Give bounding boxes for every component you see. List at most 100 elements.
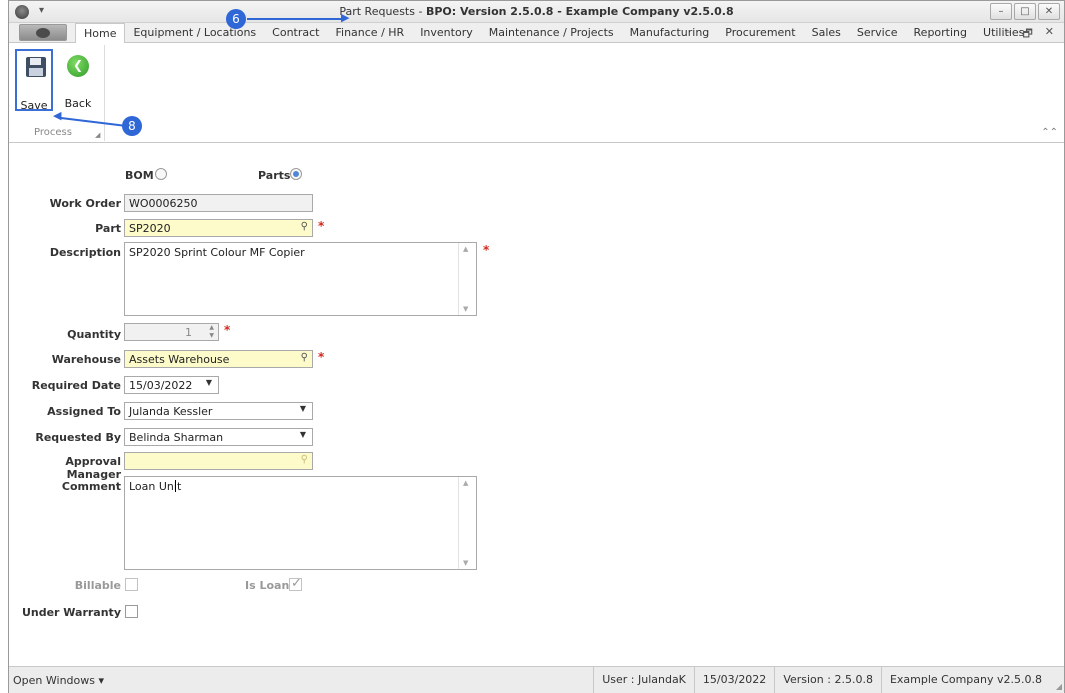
- tab-sales[interactable]: Sales: [804, 23, 849, 43]
- under-warranty-label: Under Warranty: [21, 606, 121, 619]
- comment-scrollbar[interactable]: ▲ ▼: [458, 477, 476, 569]
- description-label: Description: [49, 246, 121, 259]
- description-field[interactable]: SP2020 Sprint Colour MF Copier ▲ ▼: [124, 242, 477, 316]
- tab-manufacturing[interactable]: Manufacturing: [622, 23, 718, 43]
- open-windows-menu[interactable]: Open Windows ▾: [13, 674, 104, 687]
- chevron-down-icon[interactable]: ▼: [206, 378, 212, 387]
- company-logo-icon: [36, 28, 50, 38]
- under-warranty-checkbox[interactable]: [125, 605, 138, 618]
- required-date-value: 15/03/2022: [129, 379, 193, 392]
- quantity-stepper[interactable]: 1 ▲ ▼: [124, 323, 219, 341]
- ribbon-tab-bar: Home Equipment / Locations Contract Fina…: [9, 23, 1064, 44]
- parts-radio[interactable]: [290, 168, 302, 180]
- scroll-down-icon[interactable]: ▼: [463, 559, 468, 567]
- close-button[interactable]: ✕: [1038, 3, 1060, 20]
- title-bar: ▾ Part Requests - BPO: Version 2.5.0.8 -…: [9, 1, 1064, 23]
- requested-by-value: Belinda Sharman: [129, 431, 224, 444]
- status-version: Version : 2.5.0.8: [774, 667, 881, 693]
- ribbon-tabs: Home Equipment / Locations Contract Fina…: [75, 23, 1032, 44]
- tab-maintenance-projects[interactable]: Maintenance / Projects: [481, 23, 622, 43]
- is-loan-label: Is Loan: [245, 579, 290, 592]
- ribbon: Save Back Process ◢ ⌃⌃: [9, 43, 1064, 143]
- requested-by-dropdown[interactable]: Belinda Sharman ▼: [124, 428, 313, 446]
- tab-service[interactable]: Service: [849, 23, 906, 43]
- mdi-minimize-button[interactable]: –: [1005, 25, 1011, 44]
- search-icon[interactable]: ⚲: [301, 454, 308, 465]
- scroll-up-icon[interactable]: ▲: [463, 245, 468, 253]
- work-order-label: Work Order: [49, 197, 121, 210]
- window-title: Part Requests - BPO: Version 2.5.0.8 - E…: [9, 5, 1064, 18]
- description-value: SP2020 Sprint Colour MF Copier: [129, 246, 305, 259]
- chevron-down-icon[interactable]: ▼: [300, 404, 306, 413]
- status-items: User : JulandaK 15/03/2022 Version : 2.5…: [593, 667, 1050, 693]
- window-title-version: BPO: Version 2.5.0.8 - Example Company v…: [425, 5, 734, 18]
- description-scrollbar[interactable]: ▲ ▼: [458, 243, 476, 315]
- back-button-label: Back: [64, 97, 92, 110]
- application-window: ▾ Part Requests - BPO: Version 2.5.0.8 -…: [8, 0, 1065, 693]
- billable-label: Billable: [74, 579, 121, 592]
- back-button[interactable]: Back: [59, 49, 97, 111]
- save-button-label: Save: [20, 99, 48, 112]
- scroll-up-icon[interactable]: ▲: [463, 479, 468, 487]
- search-icon[interactable]: ⚲: [301, 352, 308, 363]
- comment-label: Comment: [61, 480, 121, 493]
- tab-finance-hr[interactable]: Finance / HR: [327, 23, 412, 43]
- is-loan-checkbox[interactable]: [289, 576, 302, 591]
- comment-field[interactable]: Loan Unit ▲ ▼: [124, 476, 477, 570]
- maximize-button[interactable]: □: [1014, 3, 1036, 20]
- quantity-value: 1: [185, 326, 192, 339]
- search-icon[interactable]: ⚲: [301, 221, 308, 232]
- assigned-to-value: Julanda Kessler: [129, 405, 213, 418]
- warehouse-label: Warehouse: [51, 353, 121, 366]
- tab-procurement[interactable]: Procurement: [717, 23, 803, 43]
- callout-badge-6: 6: [226, 9, 246, 29]
- tab-reporting[interactable]: Reporting: [906, 23, 975, 43]
- floppy-disk-icon: [26, 57, 46, 77]
- warehouse-value: Assets Warehouse: [129, 353, 230, 366]
- part-label: Part: [95, 222, 121, 235]
- scroll-down-icon[interactable]: ▼: [463, 305, 468, 313]
- required-indicator: *: [318, 350, 325, 364]
- callout-arrowhead-8-icon: ◀: [53, 109, 62, 122]
- resize-grip-icon[interactable]: ◢: [1056, 682, 1062, 691]
- mdi-close-button[interactable]: ✕: [1045, 25, 1054, 44]
- billable-checkbox[interactable]: [125, 578, 138, 591]
- approval-manager-field[interactable]: ⚲: [124, 452, 313, 470]
- tab-equipment-locations[interactable]: Equipment / Locations: [125, 23, 264, 43]
- bom-radio[interactable]: [155, 168, 167, 180]
- required-date-picker[interactable]: 15/03/2022 ▼: [124, 376, 219, 394]
- required-indicator: *: [224, 323, 231, 337]
- comment-value: Loan Unit: [129, 480, 182, 493]
- parts-label: Parts: [258, 169, 291, 182]
- warehouse-field[interactable]: Assets Warehouse ⚲: [124, 350, 313, 368]
- window-controls: – □ ✕: [990, 3, 1060, 20]
- part-field[interactable]: SP2020 ⚲: [124, 219, 313, 237]
- required-indicator: *: [318, 219, 325, 233]
- status-date: 15/03/2022: [693, 667, 774, 693]
- tab-inventory[interactable]: Inventory: [412, 23, 481, 43]
- dialog-launcher-icon[interactable]: ◢: [95, 131, 100, 139]
- callout-badge-8: 8: [122, 116, 142, 136]
- callout-arrow-6: [247, 18, 345, 20]
- status-user: User : JulandaK: [593, 667, 694, 693]
- work-order-field[interactable]: WO0006250: [124, 194, 313, 212]
- ribbon-group-label: Process: [34, 127, 72, 138]
- mdi-restore-button[interactable]: 🗗: [1022, 25, 1032, 44]
- spin-arrows-icon[interactable]: ▲ ▼: [209, 324, 214, 340]
- part-value: SP2020: [129, 222, 171, 235]
- status-company: Example Company v2.5.0.8: [880, 667, 1050, 693]
- tab-home[interactable]: Home: [75, 23, 126, 44]
- chevron-down-icon[interactable]: ▼: [300, 430, 306, 439]
- required-date-label: Required Date: [31, 379, 121, 392]
- part-request-form: BOM Parts Work Order WO0006250 Part SP20…: [9, 143, 1064, 666]
- window-title-prefix: Part Requests -: [339, 5, 426, 18]
- tab-contract[interactable]: Contract: [264, 23, 327, 43]
- required-indicator: *: [483, 243, 490, 257]
- assigned-to-dropdown[interactable]: Julanda Kessler ▼: [124, 402, 313, 420]
- text-cursor: [175, 480, 176, 492]
- application-menu-button[interactable]: [19, 24, 67, 41]
- minimize-button[interactable]: –: [990, 3, 1012, 20]
- back-arrow-icon: [67, 55, 89, 77]
- collapse-ribbon-icon[interactable]: ⌃⌃: [1041, 127, 1058, 138]
- save-button[interactable]: Save: [15, 49, 53, 112]
